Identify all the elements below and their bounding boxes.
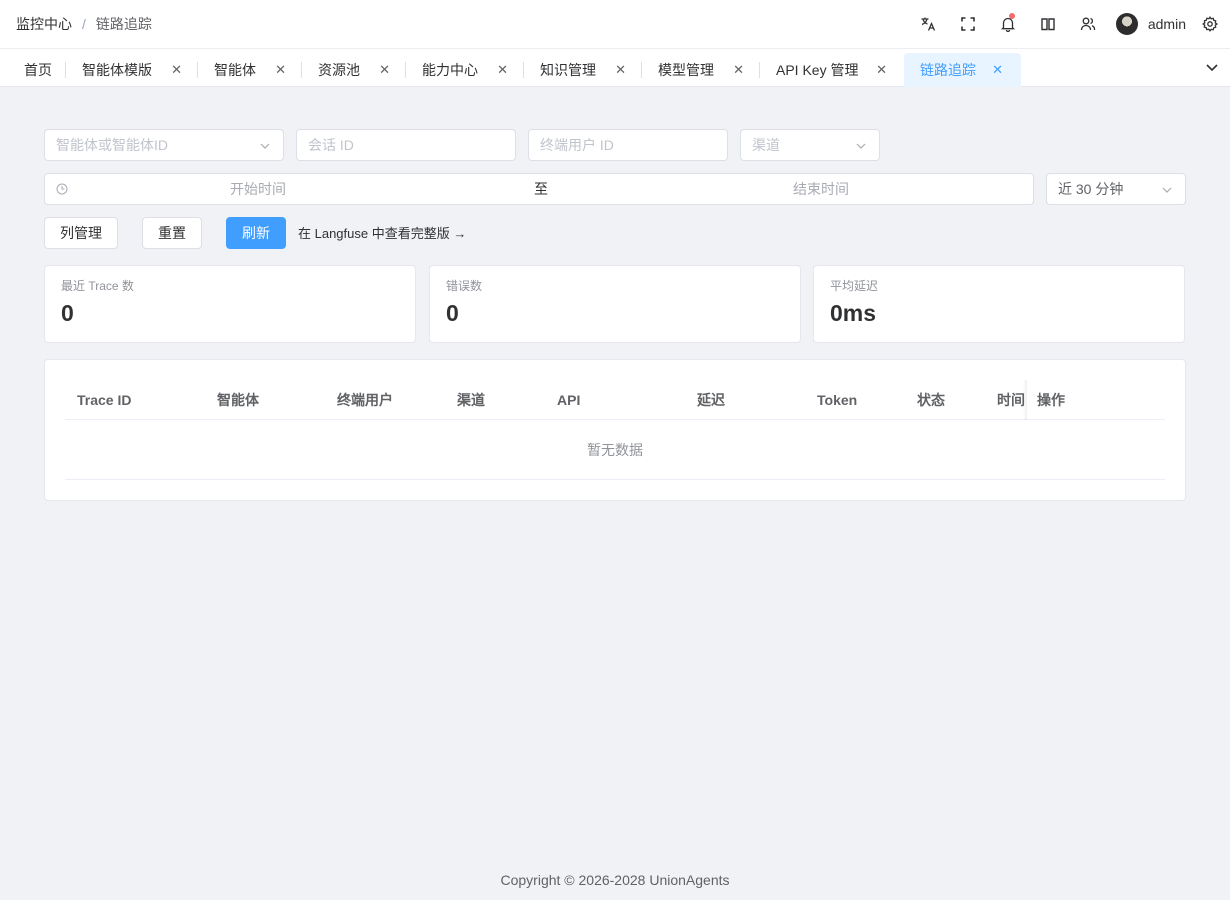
quick-range-select[interactable]: 近 30 分钟 — [1046, 173, 1186, 205]
tab-label: 模型管理 — [658, 62, 714, 78]
stat-label: 错误数 — [446, 279, 483, 293]
column-header-channel[interactable]: 渠道 — [457, 380, 485, 420]
session-id-placeholder: 会话 ID — [308, 137, 354, 153]
stat-value: 0ms — [830, 300, 877, 326]
tab-label: 智能体 — [214, 62, 256, 78]
table-empty-state: 暂无数据 — [65, 420, 1165, 480]
stat-card-trace-count: 最近 Trace 数 0 — [44, 265, 416, 343]
column-header-actions: 操作 — [1037, 392, 1065, 408]
book-icon[interactable] — [1028, 0, 1068, 48]
tab-divider — [65, 62, 66, 78]
breadcrumb-current: 链路追踪 — [95, 16, 152, 32]
top-header: 监控中心 / 链路追踪 admin — [0, 0, 1230, 48]
user-menu[interactable]: admin — [1115, 13, 1186, 35]
tab-models[interactable]: 模型管理 ✕ — [658, 53, 748, 87]
column-manage-button[interactable]: 列管理 — [44, 217, 118, 249]
tabs-bar: 首页 智能体模版 ✕ 智能体 ✕ 资源池 ✕ 能力中心 ✕ 知识管理 ✕ 模型管… — [0, 48, 1230, 87]
end-user-id-input[interactable]: 终端用户 ID — [528, 129, 728, 161]
header-toolbar: admin — [908, 0, 1230, 48]
end-user-id-placeholder: 终端用户 ID — [540, 137, 614, 153]
column-header-end-user[interactable]: 终端用户 — [337, 380, 393, 420]
close-icon[interactable]: ✕ — [876, 62, 887, 78]
table-header: Trace ID 智能体 终端用户 渠道 API 延迟 Token 状态 时间 … — [65, 380, 1165, 420]
time-range-picker[interactable]: 开始时间 至 结束时间 — [44, 173, 1034, 205]
tab-trace[interactable]: 链路追踪 ✕ — [904, 53, 1021, 87]
chevron-down-icon[interactable] — [1204, 59, 1220, 75]
range-separator: 至 — [534, 181, 548, 197]
column-header-agent[interactable]: 智能体 — [217, 380, 259, 420]
tab-label: 资源池 — [318, 62, 360, 78]
quick-range-value: 近 30 分钟 — [1058, 181, 1124, 197]
tab-resource-pool[interactable]: 资源池 ✕ — [318, 53, 394, 87]
tab-label: 知识管理 — [540, 62, 596, 78]
tab-knowledge[interactable]: 知识管理 ✕ — [540, 53, 630, 87]
session-id-input[interactable]: 会话 ID — [296, 129, 516, 161]
refresh-button[interactable]: 刷新 — [226, 217, 286, 249]
close-icon[interactable]: ✕ — [733, 62, 744, 78]
end-time-input[interactable]: 结束时间 — [793, 179, 849, 199]
avatar — [1115, 13, 1138, 35]
users-icon[interactable] — [1068, 0, 1108, 48]
tab-divider — [405, 62, 406, 78]
stat-value: 0 — [446, 300, 459, 326]
translate-icon[interactable] — [908, 0, 948, 48]
copyright-footer: Copyright © 2026-2028 UnionAgents — [500, 872, 730, 888]
tab-agent-templates[interactable]: 智能体模版 ✕ — [82, 53, 186, 87]
clock-icon — [56, 183, 68, 195]
stat-label: 最近 Trace 数 — [61, 279, 134, 293]
langfuse-link[interactable]: 在 Langfuse 中查看完整版 → — [298, 223, 466, 242]
channel-select-placeholder: 渠道 — [752, 137, 780, 153]
tab-agents[interactable]: 智能体 ✕ — [214, 53, 290, 87]
column-header-latency[interactable]: 延迟 — [697, 380, 725, 420]
channel-select[interactable]: 渠道 — [740, 129, 880, 161]
column-header-token[interactable]: Token — [817, 380, 857, 420]
breadcrumb-root[interactable]: 监控中心 — [16, 14, 72, 34]
fullscreen-icon[interactable] — [948, 0, 988, 48]
tab-label: 智能体模版 — [82, 62, 152, 78]
tab-home[interactable]: 首页 — [24, 53, 52, 87]
trace-table: Trace ID 智能体 终端用户 渠道 API 延迟 Token 状态 时间 … — [44, 359, 1186, 501]
agent-select-placeholder: 智能体或智能体ID — [56, 137, 168, 153]
breadcrumb-separator: / — [82, 16, 86, 32]
tab-label: 能力中心 — [422, 62, 478, 78]
tab-divider — [759, 62, 760, 78]
close-icon[interactable]: ✕ — [992, 62, 1003, 78]
column-header-status[interactable]: 状态 — [917, 380, 945, 420]
stat-label: 平均延迟 — [830, 279, 879, 293]
agent-select[interactable]: 智能体或智能体ID — [44, 129, 284, 161]
chevron-down-icon — [260, 143, 270, 149]
stat-value: 0 — [61, 300, 74, 326]
tab-capability-center[interactable]: 能力中心 ✕ — [422, 53, 512, 87]
chevron-down-icon — [856, 143, 866, 149]
close-icon[interactable]: ✕ — [615, 62, 626, 78]
column-header-trace-id[interactable]: Trace ID — [77, 380, 131, 420]
close-icon[interactable]: ✕ — [171, 62, 182, 78]
fixed-column-shadow — [1023, 380, 1027, 420]
tab-divider — [641, 62, 642, 78]
tab-label: API Key 管理 — [776, 62, 859, 78]
tab-api-keys[interactable]: API Key 管理 ✕ — [776, 53, 891, 87]
breadcrumb: 监控中心 / 链路追踪 — [16, 14, 152, 34]
notification-dot — [1008, 13, 1015, 19]
chevron-down-icon — [1162, 187, 1172, 193]
stat-card-avg-latency: 平均延迟 0ms — [813, 265, 1185, 343]
username: admin — [1147, 16, 1186, 32]
tab-label: 首页 — [24, 62, 52, 78]
stat-card-error-count: 错误数 0 — [429, 265, 801, 343]
tab-label: 链路追踪 — [920, 62, 976, 78]
column-header-api[interactable]: API — [557, 380, 580, 420]
tab-divider — [301, 62, 302, 78]
bell-icon[interactable] — [988, 0, 1028, 48]
tab-divider — [197, 62, 198, 78]
reset-button[interactable]: 重置 — [142, 217, 202, 249]
gear-icon[interactable] — [1190, 0, 1230, 48]
column-header-time[interactable]: 时间 — [997, 380, 1025, 420]
start-time-input[interactable]: 开始时间 — [230, 179, 286, 199]
tab-divider — [523, 62, 524, 78]
close-icon[interactable]: ✕ — [497, 62, 508, 78]
close-icon[interactable]: ✕ — [379, 62, 390, 78]
close-icon[interactable]: ✕ — [275, 62, 286, 78]
